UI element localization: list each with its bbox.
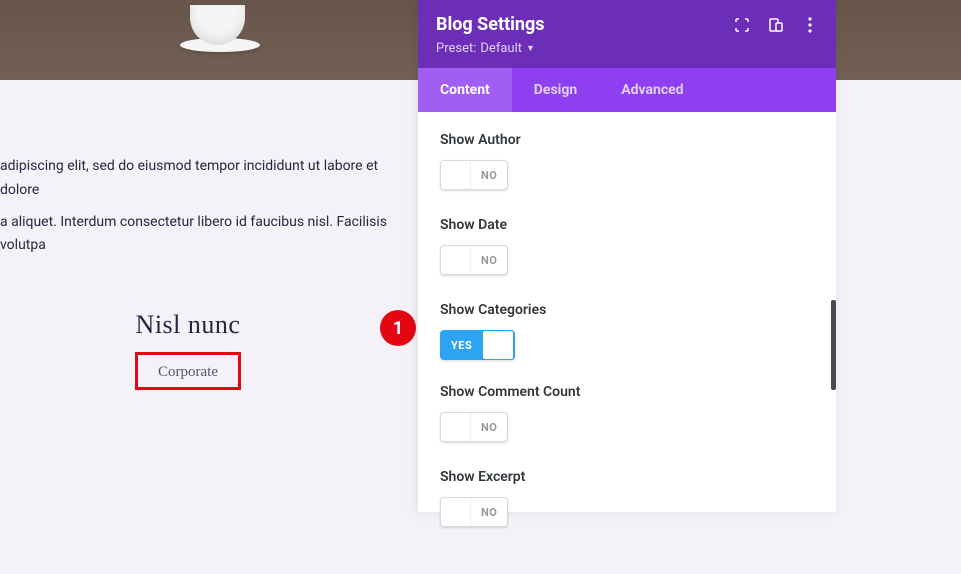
setting-label: Show Categories bbox=[440, 302, 814, 318]
toggle-state-label: NO bbox=[471, 506, 507, 519]
toggle-show-excerpt[interactable]: NO bbox=[440, 497, 508, 527]
chevron-down-icon: ▼ bbox=[526, 43, 535, 54]
toggle-show-comment-count[interactable]: NO bbox=[440, 412, 508, 442]
paragraph-line: a aliquet. Interdum consectetur libero i… bbox=[0, 211, 415, 259]
toggle-state-label: NO bbox=[471, 254, 507, 267]
toggle-state-label: NO bbox=[471, 421, 507, 434]
post-title: Nisl nunc bbox=[135, 310, 241, 340]
toggle-show-date[interactable]: NO bbox=[440, 245, 508, 275]
setting-show-author: Show Author NO bbox=[440, 132, 814, 193]
toggle-show-categories[interactable]: YES bbox=[440, 330, 515, 360]
setting-show-date: Show Date NO bbox=[440, 217, 814, 278]
annotation-marker-1: 1 bbox=[380, 310, 416, 346]
toggle-state-label: NO bbox=[471, 169, 507, 182]
category-highlight-box: Corporate bbox=[135, 352, 241, 390]
setting-show-comment-count: Show Comment Count NO bbox=[440, 384, 814, 445]
setting-show-categories: Show Categories YES bbox=[440, 302, 814, 360]
toggle-knob bbox=[441, 413, 471, 441]
settings-panel: Blog Settings bbox=[418, 0, 836, 512]
preset-selector[interactable]: Preset: Default ▼ bbox=[436, 41, 818, 56]
responsive-icon[interactable] bbox=[768, 17, 784, 33]
panel-title: Blog Settings bbox=[436, 14, 545, 35]
toggle-knob bbox=[441, 498, 471, 526]
setting-label: Show Date bbox=[440, 217, 814, 233]
hero-mug bbox=[180, 0, 260, 50]
setting-label: Show Excerpt bbox=[440, 469, 814, 485]
panel-header: Blog Settings bbox=[418, 0, 836, 68]
panel-body: Show Author NO Show Date NO Show Categor… bbox=[418, 112, 836, 574]
toggle-knob bbox=[441, 161, 471, 189]
panel-tabs: Content Design Advanced bbox=[418, 68, 836, 112]
more-menu-icon[interactable] bbox=[802, 17, 818, 33]
tab-content[interactable]: Content bbox=[418, 68, 512, 112]
tab-design[interactable]: Design bbox=[512, 68, 599, 112]
toggle-knob bbox=[441, 246, 471, 274]
page-text-block: adipiscing elit, sed do eiusmod tempor i… bbox=[0, 155, 415, 266]
toggle-show-author[interactable]: NO bbox=[440, 160, 508, 190]
expand-icon[interactable] bbox=[734, 17, 750, 33]
toggle-knob bbox=[483, 331, 513, 359]
setting-label: Show Author bbox=[440, 132, 814, 148]
tab-advanced[interactable]: Advanced bbox=[599, 68, 705, 112]
setting-label: Show Comment Count bbox=[440, 384, 814, 400]
post-preview: Nisl nunc Corporate bbox=[135, 310, 241, 390]
paragraph-line: adipiscing elit, sed do eiusmod tempor i… bbox=[0, 155, 415, 203]
setting-show-excerpt: Show Excerpt NO bbox=[440, 469, 814, 530]
post-category[interactable]: Corporate bbox=[158, 364, 218, 380]
toggle-state-label: YES bbox=[441, 339, 482, 352]
scrollbar-thumb[interactable] bbox=[831, 300, 836, 390]
